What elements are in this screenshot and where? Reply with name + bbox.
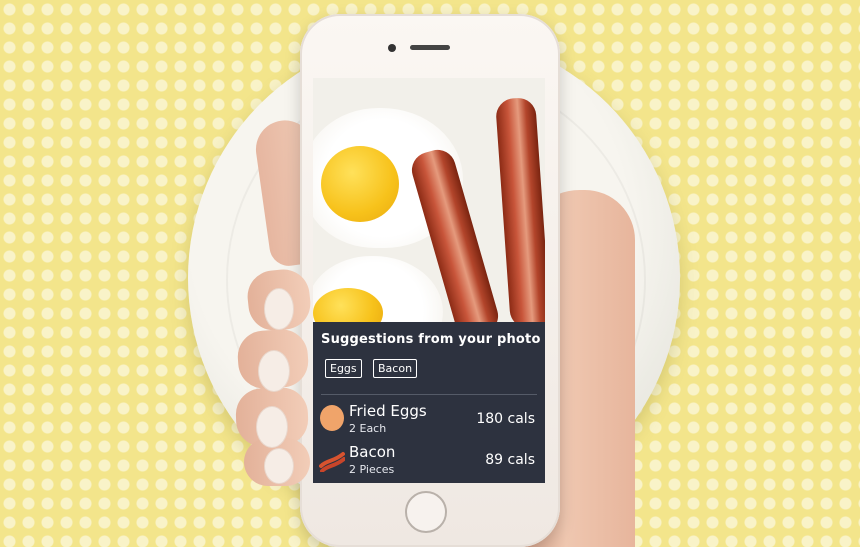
panel-title: Suggestions from your photo xyxy=(321,332,541,347)
food-calories: 89 cals xyxy=(485,452,535,468)
home-button[interactable] xyxy=(405,491,447,533)
food-photo xyxy=(313,78,545,322)
earpiece-speaker xyxy=(410,45,450,50)
fingernail-3 xyxy=(256,406,288,448)
tag-bacon[interactable]: Bacon xyxy=(373,359,418,378)
food-quantity: 2 Pieces xyxy=(349,463,395,476)
food-name: Fried Eggs xyxy=(349,402,427,420)
bacon-icon xyxy=(319,452,345,472)
egg-icon xyxy=(320,405,344,431)
fingernail-1 xyxy=(264,288,294,330)
suggestions-panel: Suggestions from your photo Eggs Bacon F… xyxy=(313,322,545,483)
food-row-fried-eggs[interactable]: Fried Eggs 2 Each 180 cals xyxy=(313,400,545,440)
divider xyxy=(321,394,537,395)
fingernail-4 xyxy=(264,448,294,484)
tag-eggs[interactable]: Eggs xyxy=(325,359,362,378)
egg-yolk-top xyxy=(321,146,399,222)
bacon-strip-right xyxy=(495,96,545,322)
food-row-bacon[interactable]: Bacon 2 Pieces 89 cals xyxy=(313,441,545,481)
fingernail-2 xyxy=(258,350,290,392)
front-camera-icon xyxy=(388,44,396,52)
food-quantity: 2 Each xyxy=(349,422,387,435)
food-name: Bacon xyxy=(349,443,396,461)
food-calories: 180 cals xyxy=(476,411,535,427)
phone-screen: Suggestions from your photo Eggs Bacon F… xyxy=(313,78,545,483)
